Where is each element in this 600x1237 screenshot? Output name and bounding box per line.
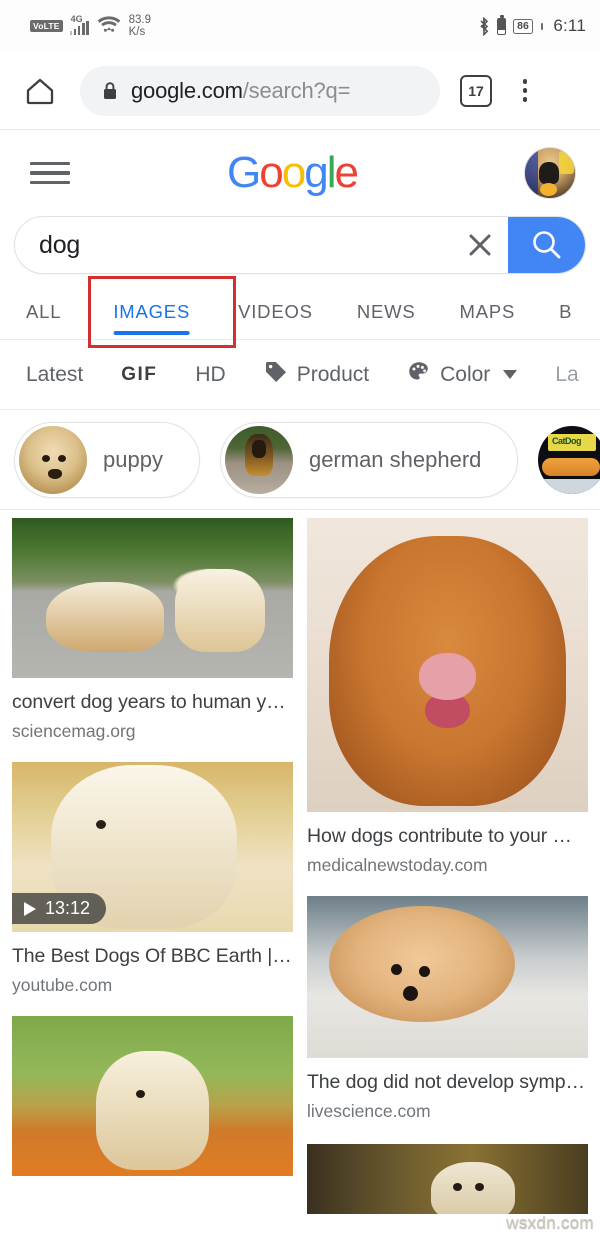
- avatar[interactable]: [523, 147, 576, 199]
- tab-maps[interactable]: MAPS: [460, 301, 516, 339]
- battery-tip-icon: [540, 22, 544, 30]
- bluetooth-icon: [478, 16, 490, 37]
- result-card[interactable]: [307, 1144, 588, 1214]
- result-card[interactable]: [12, 1016, 293, 1176]
- puppy-thumbnail: [19, 425, 87, 494]
- status-bar-right: 86 6:11: [478, 15, 586, 37]
- pomeranian-lying-down-photo[interactable]: [307, 896, 588, 1058]
- url-bar[interactable]: google.com/search?q=: [80, 65, 440, 116]
- logo-letter-g: G: [227, 148, 261, 197]
- logo-letter-g2: g: [304, 148, 329, 197]
- related-chip-puppy[interactable]: puppy: [14, 421, 200, 498]
- results-right-column: How dogs contribute to your … medicalnew…: [307, 518, 588, 1214]
- related-chip-catdog[interactable]: CatDog: [538, 421, 600, 498]
- play-icon: [24, 901, 36, 916]
- network-type-label: 4G: [70, 14, 83, 24]
- result-source: sciencemag.org: [12, 721, 136, 741]
- result-source: livescience.com: [307, 1101, 431, 1121]
- logo-letter-o2: o: [281, 148, 307, 197]
- hamburger-icon[interactable]: [30, 152, 72, 194]
- clear-x-icon[interactable]: [452, 232, 508, 258]
- tab-news[interactable]: NEWS: [357, 301, 416, 339]
- google-header: Google: [0, 130, 600, 216]
- labrador-and-puppy-photo[interactable]: [12, 518, 293, 678]
- tab-counter-button[interactable]: 17: [460, 74, 492, 107]
- battery-icon: [497, 15, 507, 35]
- search-input[interactable]: dog: [15, 231, 452, 260]
- related-chip-german-shepherd[interactable]: german shepherd: [219, 421, 519, 498]
- logo-letter-e: e: [334, 148, 359, 197]
- result-card[interactable]: How dogs contribute to your … medicalnew…: [307, 518, 588, 876]
- filter-product[interactable]: Product: [264, 360, 369, 390]
- url-path: /search?q=: [242, 77, 351, 103]
- volte-badge: VoLTE: [30, 20, 63, 32]
- url-text: google.com/search?q=: [131, 78, 350, 104]
- result-card[interactable]: 13:12 The Best Dogs Of BBC Earth | … you…: [12, 762, 293, 996]
- phone-screen: VoLTE 4G 83.9 K/s 86 6:11 google.com/sea…: [0, 0, 600, 1237]
- video-duration-badge: 13:12: [12, 893, 107, 924]
- results-left-column: convert dog years to human y… sciencemag…: [12, 518, 293, 1214]
- related-searches-row: puppy german shepherd CatDog: [0, 410, 600, 510]
- result-type-tabs: ALL IMAGES VIDEOS NEWS MAPS B: [0, 274, 600, 348]
- tab-videos[interactable]: VIDEOS: [238, 301, 313, 339]
- google-page: Google dog ALL IMAGES VIDEOS NEWS MAPS B…: [0, 130, 600, 1214]
- golden-retriever-in-flowers-photo[interactable]: [12, 1016, 293, 1176]
- image-results-grid: convert dog years to human y… sciencemag…: [0, 510, 600, 1214]
- related-chip-label: puppy: [103, 446, 163, 472]
- result-card[interactable]: convert dog years to human y… sciencemag…: [12, 518, 293, 742]
- battery-percent: 86: [513, 18, 533, 34]
- watermark: wsxdn.com: [506, 1213, 594, 1232]
- filter-product-label: Product: [296, 362, 370, 386]
- result-source: medicalnewstoday.com: [307, 855, 488, 875]
- filter-gif[interactable]: GIF: [121, 364, 157, 386]
- google-logo: Google: [227, 148, 359, 198]
- image-filters-row: Latest GIF HD Product Color La: [0, 340, 600, 410]
- status-bar-clock: 6:11: [553, 16, 586, 35]
- logo-letter-o1: o: [259, 148, 284, 197]
- catdog-thumbnail: CatDog: [538, 425, 600, 494]
- search-box[interactable]: dog: [14, 216, 586, 274]
- tag-icon: [264, 360, 288, 390]
- result-title: How dogs contribute to your …: [307, 825, 572, 847]
- network-speed-value: 83.9: [128, 14, 152, 26]
- status-bar-left: VoLTE 4G 83.9 K/s: [30, 14, 151, 39]
- puppy-cropped-photo[interactable]: [307, 1144, 588, 1214]
- wifi-icon: [96, 14, 122, 39]
- search-button[interactable]: [508, 217, 585, 273]
- lock-icon: [102, 81, 118, 100]
- palette-icon: [407, 360, 431, 390]
- result-source: youtube.com: [12, 975, 113, 995]
- result-title: The Best Dogs Of BBC Earth | …: [12, 945, 293, 967]
- search-row: dog: [0, 216, 600, 274]
- chevron-down-icon[interactable]: [503, 370, 518, 379]
- toller-smiling-photo[interactable]: [307, 518, 588, 812]
- result-title: convert dog years to human y…: [12, 691, 286, 713]
- tab-images[interactable]: IMAGES: [113, 301, 190, 339]
- browser-toolbar: google.com/search?q= 17: [0, 52, 600, 130]
- cellular-signal-icon: 4G: [69, 14, 89, 35]
- url-domain: google.com: [131, 77, 243, 103]
- filter-large[interactable]: La: [555, 363, 578, 387]
- network-speed-unit: K/s: [128, 26, 146, 38]
- german-shepherd-thumbnail: [224, 425, 293, 494]
- filter-latest[interactable]: Latest: [26, 363, 83, 387]
- tab-all[interactable]: ALL: [26, 301, 61, 339]
- yellow-lab-puppy-photo[interactable]: 13:12: [12, 762, 293, 932]
- status-bar: VoLTE 4G 83.9 K/s 86 6:11: [0, 0, 600, 52]
- tab-books[interactable]: B: [559, 301, 572, 339]
- result-title: The dog did not develop symp…: [307, 1071, 585, 1093]
- home-icon[interactable]: [20, 71, 60, 111]
- network-speed: 83.9 K/s: [129, 14, 151, 38]
- filter-hd[interactable]: HD: [195, 363, 225, 387]
- video-duration-text: 13:12: [45, 898, 91, 918]
- result-card[interactable]: The dog did not develop symp… livescienc…: [307, 896, 588, 1122]
- kebab-menu-icon[interactable]: [508, 74, 542, 108]
- related-chip-label: german shepherd: [308, 446, 482, 472]
- filter-color-label: Color: [440, 362, 491, 386]
- filter-color[interactable]: Color: [407, 360, 518, 390]
